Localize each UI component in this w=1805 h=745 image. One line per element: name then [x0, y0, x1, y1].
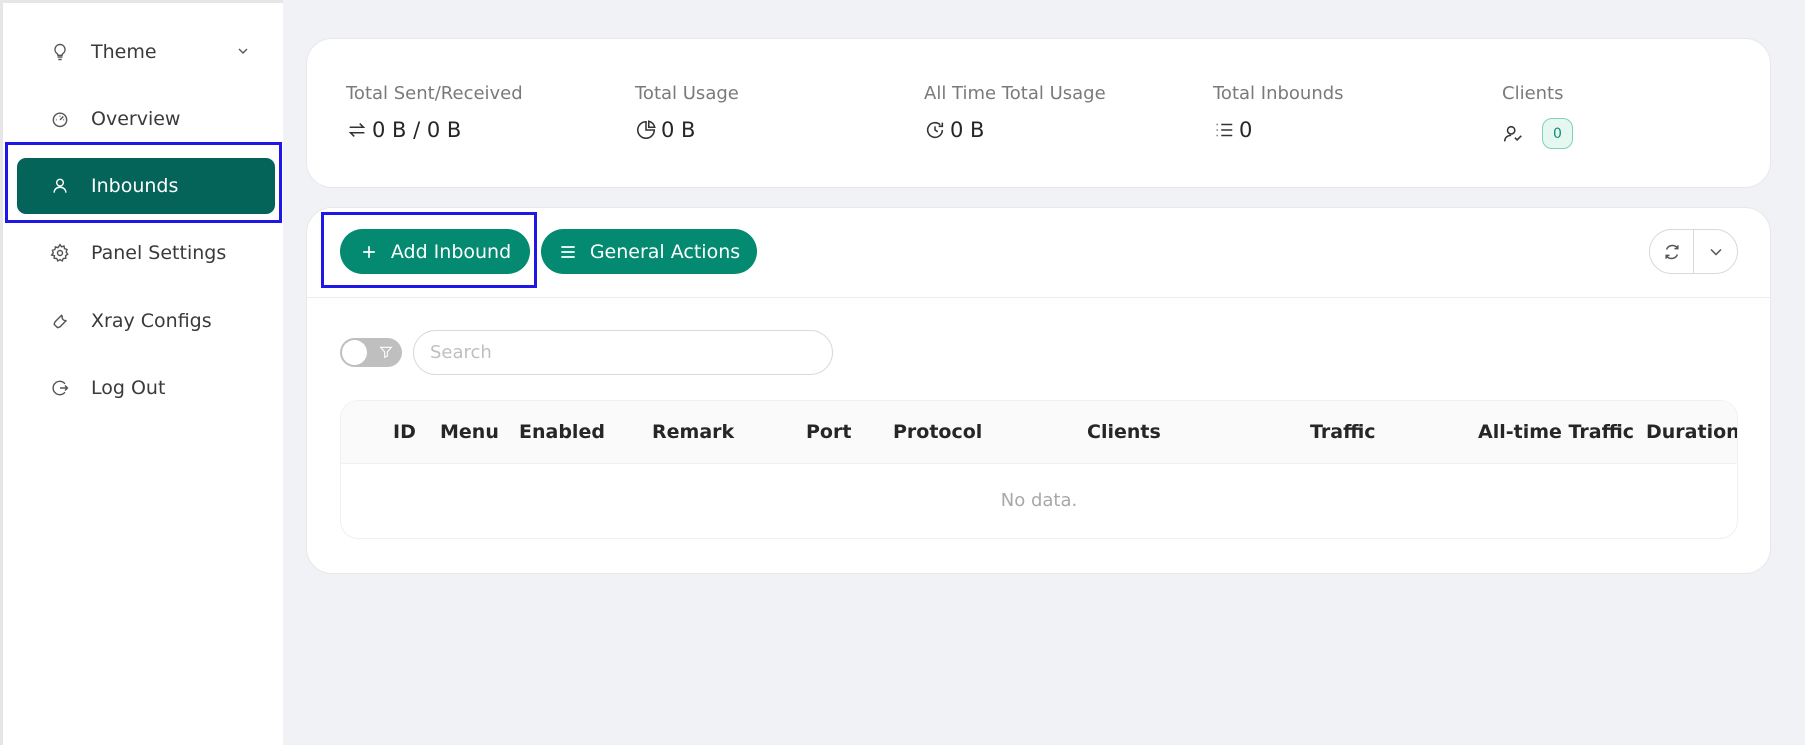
inbounds-table: ID Menu Enabled Remark Port Protocol Cli… [340, 400, 1738, 539]
stat-total-usage: Total Usage 0 B [635, 83, 739, 142]
user-icon [49, 175, 71, 197]
logout-icon [49, 377, 71, 399]
stat-value: 0 B / 0 B [372, 118, 462, 142]
stat-label: All Time Total Usage [924, 83, 1106, 104]
stat-value: 0 [1239, 118, 1253, 142]
column-header-duration: Duration [1646, 421, 1738, 443]
stat-label: Total Inbounds [1213, 83, 1344, 104]
add-inbound-button[interactable]: Add Inbound [340, 229, 530, 274]
team-icon [1502, 123, 1528, 145]
swap-icon [346, 119, 372, 141]
sidebar-item-overview[interactable]: Overview [17, 91, 275, 147]
sidebar-item-inbounds[interactable]: Inbounds [17, 158, 275, 214]
refresh-button[interactable] [1650, 230, 1693, 273]
chevron-down-icon[interactable] [235, 42, 251, 64]
toggle-knob [342, 340, 367, 365]
chevron-down-icon [1706, 242, 1726, 262]
sidebar-item-log-out[interactable]: Log Out [17, 360, 275, 416]
sidebar-item-label: Theme [91, 41, 157, 63]
refresh-options-dropdown[interactable] [1693, 230, 1737, 273]
refresh-controls [1649, 229, 1738, 274]
add-inbound-label: Add Inbound [390, 240, 512, 263]
refresh-icon [1662, 242, 1682, 262]
column-header-id[interactable]: ID [393, 421, 416, 443]
stat-value: 0 B [950, 118, 985, 142]
filter-toggle[interactable] [340, 338, 402, 367]
stat-label: Total Sent/Received [346, 83, 523, 104]
column-header-clients: Clients [1087, 421, 1161, 443]
stat-all-time-usage: All Time Total Usage 0 B [924, 83, 1106, 142]
sidebar-item-label: Xray Configs [91, 310, 212, 332]
search-input[interactable] [413, 330, 833, 375]
stat-label: Total Usage [635, 83, 739, 104]
general-actions-label: General Actions [589, 240, 741, 263]
sidebar-item-label: Inbounds [91, 175, 179, 197]
column-header-port[interactable]: Port [806, 421, 851, 443]
stat-label: Clients [1502, 83, 1564, 104]
sidebar: Theme Overview Inbounds Panel Settings X… [0, 0, 283, 745]
column-header-protocol: Protocol [893, 421, 983, 443]
empty-table-message: No data. [1000, 490, 1078, 511]
sidebar-item-panel-settings[interactable]: Panel Settings [17, 225, 275, 281]
sidebar-item-label: Overview [91, 108, 181, 130]
list-icon [1213, 119, 1239, 141]
sidebar-item-theme[interactable]: Theme [17, 24, 275, 80]
tool-icon [49, 310, 71, 332]
stat-value: 0 B [661, 118, 696, 142]
menu-icon [558, 242, 578, 262]
column-header-traffic[interactable]: Traffic [1310, 421, 1376, 443]
column-header-menu: Menu [440, 421, 499, 443]
column-header-all-time-traffic[interactable]: All-time Traffic [1478, 421, 1634, 443]
card-divider [306, 297, 1771, 298]
plus-icon [359, 242, 379, 262]
column-header-remark: Remark [652, 421, 735, 443]
sidebar-item-label: Panel Settings [91, 242, 227, 264]
sidebar-item-label: Log Out [91, 377, 166, 399]
stat-total-inbounds: Total Inbounds 0 [1213, 83, 1344, 142]
stats-card: Total Sent/Received 0 B / 0 B Total Usag… [306, 38, 1771, 188]
clients-count-badge: 0 [1542, 118, 1573, 149]
general-actions-button[interactable]: General Actions [541, 229, 757, 274]
history-icon [924, 119, 950, 141]
stat-sent-received: Total Sent/Received 0 B / 0 B [346, 83, 523, 142]
pie-chart-icon [635, 119, 661, 141]
filter-icon [378, 344, 394, 364]
sidebar-item-xray-configs[interactable]: Xray Configs [17, 293, 275, 349]
column-header-enabled: Enabled [519, 421, 605, 443]
gear-icon [49, 242, 71, 264]
table-header: ID Menu Enabled Remark Port Protocol Cli… [341, 401, 1737, 464]
bulb-icon [49, 41, 71, 63]
stat-clients: Clients 0 [1502, 83, 1573, 149]
dashboard-icon [49, 108, 71, 130]
